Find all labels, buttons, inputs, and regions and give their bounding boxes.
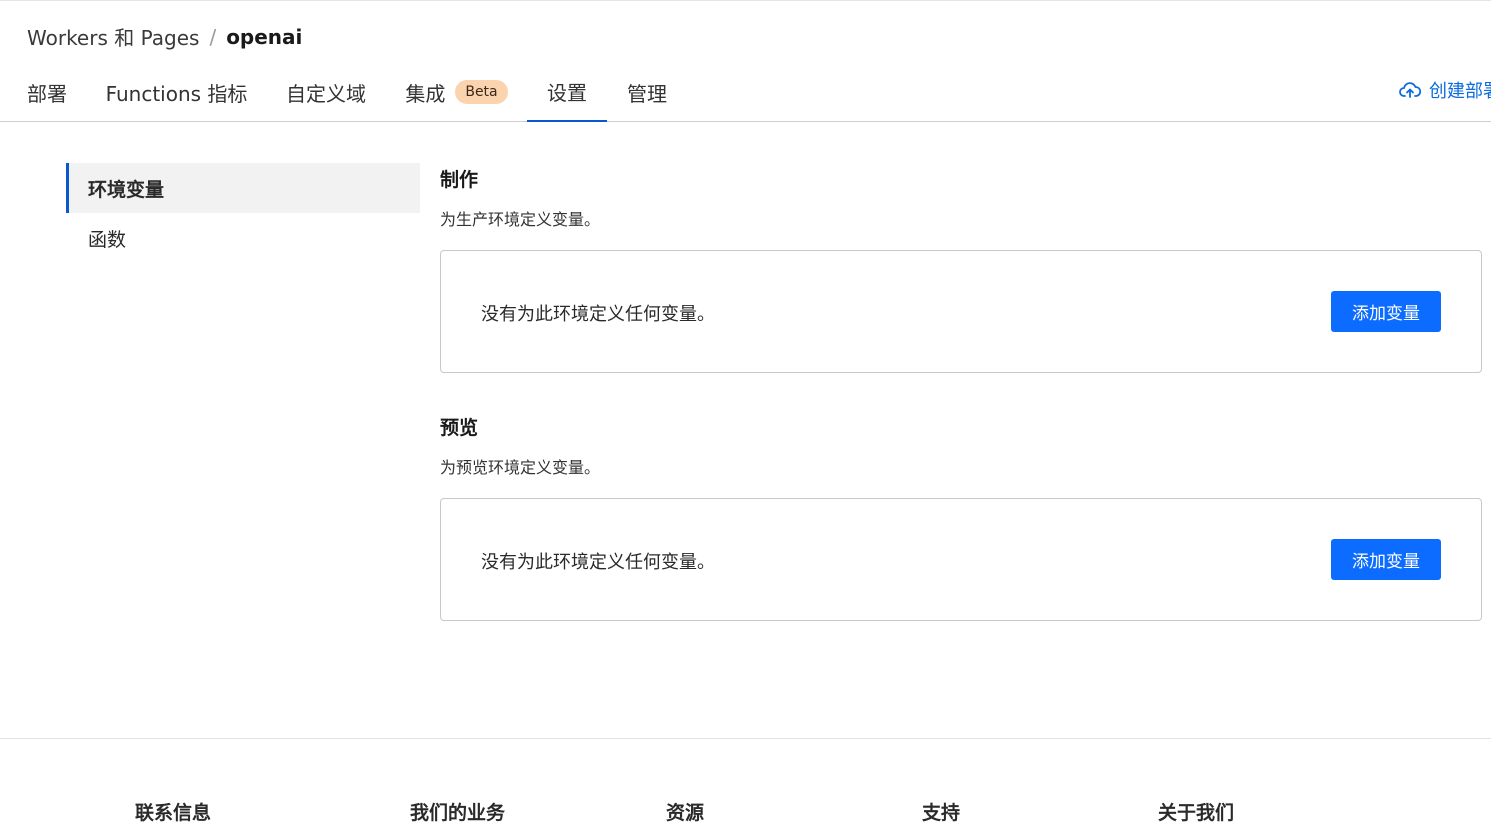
section-title: 预览 <box>440 417 479 439</box>
footer-heading-contact: 联系信息 <box>135 802 212 824</box>
tab-manage[interactable]: 管理 <box>627 62 667 122</box>
footer-heading-business: 我们的业务 <box>410 802 506 824</box>
create-deployment-button[interactable]: 创建部署 <box>1399 77 1491 103</box>
production-section: 制作 为生产环境定义变量。 没有为此环境定义任何变量。 添加变量 <box>440 165 1482 373</box>
footer-heading-about: 关于我们 <box>1158 802 1235 824</box>
tab-deployments[interactable]: 部署 <box>27 62 67 122</box>
footer-divider <box>0 738 1491 739</box>
tab-label: 集成 <box>405 81 446 106</box>
empty-state-text: 没有为此环境定义任何变量。 <box>481 304 715 325</box>
side-nav-label: 环境变量 <box>88 178 165 201</box>
footer-heading-support: 支持 <box>922 802 961 824</box>
tab-integrations[interactable]: 集成 Beta <box>405 62 508 122</box>
tab-label: 管理 <box>627 81 667 106</box>
add-variable-button[interactable]: 添加变量 <box>1331 539 1441 580</box>
create-deployment-label: 创建部署 <box>1429 81 1491 102</box>
add-variable-button[interactable]: 添加变量 <box>1331 291 1441 332</box>
tab-bar: 部署 Functions 指标 自定义域 集成 Beta 设置 管理 <box>0 62 1491 122</box>
breadcrumb-current: openai <box>226 24 303 49</box>
variables-card: 没有为此环境定义任何变量。 添加变量 <box>440 250 1482 373</box>
top-divider <box>0 0 1491 1</box>
beta-badge: Beta <box>455 80 508 104</box>
settings-side-nav: 环境变量 函数 <box>66 163 420 263</box>
section-title: 制作 <box>440 169 479 191</box>
tab-label: 部署 <box>27 81 67 106</box>
cloud-upload-icon <box>1399 82 1421 98</box>
section-description: 为预览环境定义变量。 <box>440 458 601 477</box>
tab-settings[interactable]: 设置 <box>527 62 607 122</box>
tab-functions-metrics[interactable]: Functions 指标 <box>105 62 248 122</box>
preview-section: 预览 为预览环境定义变量。 没有为此环境定义任何变量。 添加变量 <box>440 413 1482 621</box>
breadcrumb-separator: / <box>209 24 217 49</box>
breadcrumb-parent-link[interactable]: Workers 和 Pages <box>27 22 199 51</box>
variables-card: 没有为此环境定义任何变量。 添加变量 <box>440 498 1482 621</box>
empty-state-text: 没有为此环境定义任何变量。 <box>481 552 715 573</box>
breadcrumb: Workers 和 Pages / openai <box>27 22 302 51</box>
side-nav-item-env-vars[interactable]: 环境变量 <box>66 163 420 213</box>
side-nav-item-functions[interactable]: 函数 <box>66 213 420 263</box>
tab-label: Functions 指标 <box>105 81 248 106</box>
side-nav-label: 函数 <box>88 228 127 251</box>
section-description: 为生产环境定义变量。 <box>440 210 601 229</box>
footer-heading-resources: 资源 <box>666 802 705 824</box>
tab-label: 设置 <box>547 80 587 105</box>
tab-label: 自定义域 <box>286 81 366 106</box>
tab-custom-domains[interactable]: 自定义域 <box>286 62 366 122</box>
